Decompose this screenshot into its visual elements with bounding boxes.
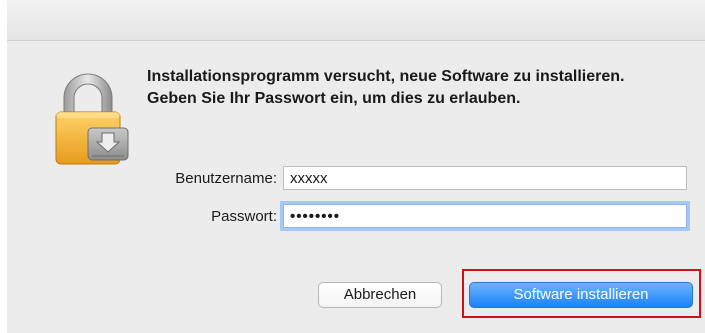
dialog-titlebar[interactable]	[7, 0, 705, 41]
cancel-button[interactable]: Abbrechen	[318, 282, 442, 308]
lock-icon	[50, 70, 132, 170]
password-input[interactable]: ••••••••	[283, 204, 687, 228]
password-label: Passwort:	[211, 208, 277, 225]
dialog-message: Installationsprogramm versucht, neue Sof…	[147, 68, 625, 107]
username-input[interactable]: xxxxx	[283, 166, 687, 190]
username-label: Benutzername:	[175, 170, 277, 187]
install-software-button[interactable]: Software installieren	[469, 282, 693, 308]
auth-dialog: Installationsprogramm versucht, neue Sof…	[7, 0, 705, 333]
